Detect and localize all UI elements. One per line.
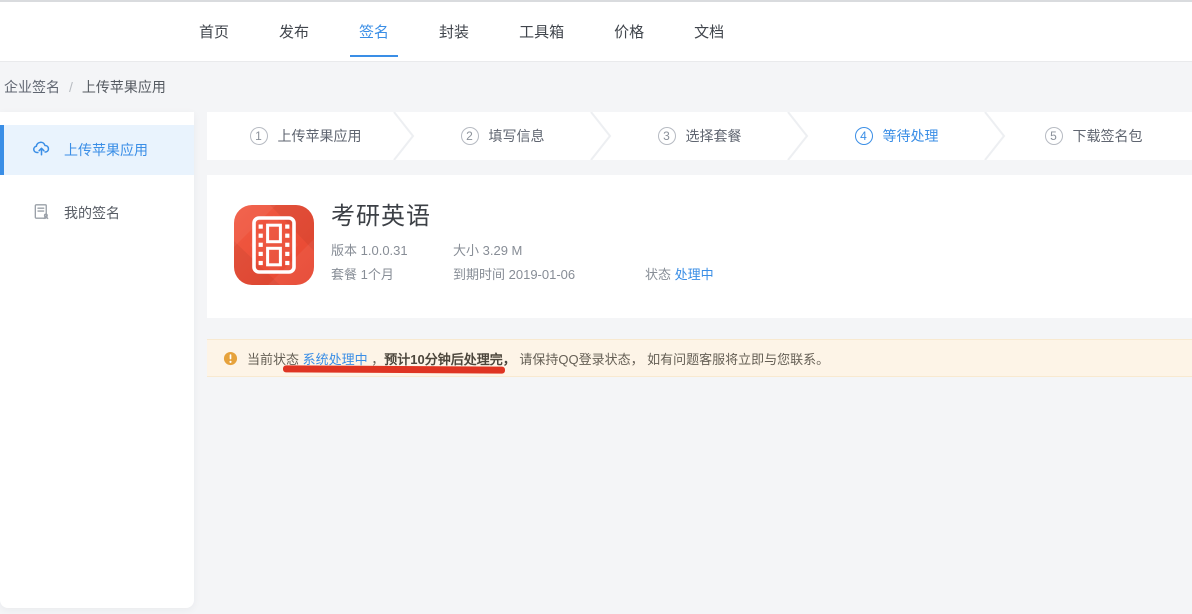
breadcrumb-root[interactable]: 企业签名 — [4, 77, 60, 97]
breadcrumb: 企业签名 / 上传苹果应用 — [0, 63, 166, 110]
app-card: 考研英语 版本 1.0.0.31 大小 3.29 M 套餐 1个月 到期时间 2… — [207, 175, 1192, 318]
film-strip-icon — [234, 205, 314, 285]
sidebar-item-label: 我的签名 — [64, 203, 120, 223]
version-value: 1.0.0.31 — [361, 243, 408, 258]
plan-value: 1个月 — [361, 267, 394, 282]
step-number: 1 — [250, 127, 268, 145]
app-size-field: 大小 3.29 M — [453, 240, 522, 259]
step-number: 2 — [461, 127, 479, 145]
expiry-value: 2019-01-06 — [509, 267, 576, 282]
step-chevron-icon — [785, 112, 811, 163]
nav-item-package[interactable]: 封装 — [439, 2, 469, 61]
step-number: 4 — [855, 127, 873, 145]
step-choose-plan: 3 选择套餐 — [601, 112, 798, 160]
steps-bar: 1 上传苹果应用 2 填写信息 3 选择套餐 4 等待处理 5 下载签名包 — [207, 112, 1192, 160]
step-label: 等待处理 — [883, 126, 939, 146]
signature-doc-icon — [32, 202, 51, 224]
step-chevron-icon — [588, 112, 614, 163]
expiry-label: 到期时间 — [453, 267, 505, 282]
plan-label: 套餐 — [331, 267, 357, 282]
nav-item-sign[interactable]: 签名 — [359, 2, 389, 61]
cloud-upload-icon — [32, 139, 51, 161]
sidebar: 上传苹果应用 我的签名 — [0, 112, 194, 608]
notice-comma: ， — [368, 352, 385, 367]
step-wait-processing: 4 等待处理 — [798, 112, 995, 160]
version-label: 版本 — [331, 243, 357, 258]
step-chevron-icon — [982, 112, 1008, 163]
red-underline-annotation — [283, 365, 505, 373]
nav-item-docs[interactable]: 文档 — [694, 2, 724, 61]
app-plan-field: 套餐 1个月 — [331, 264, 394, 283]
step-label: 填写信息 — [489, 126, 545, 146]
step-number: 3 — [658, 127, 676, 145]
nav-item-toolbox[interactable]: 工具箱 — [519, 2, 564, 61]
sidebar-item-label: 上传苹果应用 — [64, 140, 148, 160]
app-icon — [234, 205, 314, 285]
app-title: 考研英语 — [331, 196, 431, 231]
status-label: 状态 — [645, 267, 671, 282]
size-label: 大小 — [453, 243, 479, 258]
size-value: 3.29 M — [483, 243, 523, 258]
nav-item-home[interactable]: 首页 — [199, 2, 229, 61]
step-number: 5 — [1045, 127, 1063, 145]
step-label: 选择套餐 — [686, 126, 742, 146]
system-processing-link[interactable]: 系统处理中 — [303, 352, 368, 367]
step-download-package: 5 下载签名包 — [995, 112, 1192, 160]
app-version-field: 版本 1.0.0.31 — [331, 240, 408, 259]
sidebar-item-my-signatures[interactable]: 我的签名 — [0, 188, 194, 238]
step-label: 上传苹果应用 — [278, 126, 362, 146]
warning-icon — [223, 351, 238, 366]
status-link[interactable]: 处理中 — [675, 267, 714, 282]
sidebar-item-upload-apple-app[interactable]: 上传苹果应用 — [0, 125, 194, 175]
top-nav: 首页 发布 签名 封装 工具箱 价格 文档 — [0, 0, 1192, 62]
nav-item-price[interactable]: 价格 — [614, 2, 644, 61]
step-upload-apple-app: 1 上传苹果应用 — [207, 112, 404, 160]
step-chevron-icon — [391, 112, 417, 163]
breadcrumb-current: 上传苹果应用 — [82, 77, 166, 97]
notice-emphasis: 预计10分钟后处理完， — [384, 352, 515, 367]
breadcrumb-separator: / — [69, 79, 73, 95]
app-expiry-field: 到期时间 2019-01-06 — [453, 264, 575, 283]
nav-item-publish[interactable]: 发布 — [279, 2, 309, 61]
app-status-field: 状态 处理中 — [645, 264, 714, 283]
notice-rest: 请保持QQ登录状态， 如有问题客服将立即与您联系。 — [516, 352, 829, 367]
step-label: 下载签名包 — [1073, 126, 1143, 146]
notice-prefix: 当前状态 — [247, 352, 303, 367]
step-fill-info: 2 填写信息 — [404, 112, 601, 160]
